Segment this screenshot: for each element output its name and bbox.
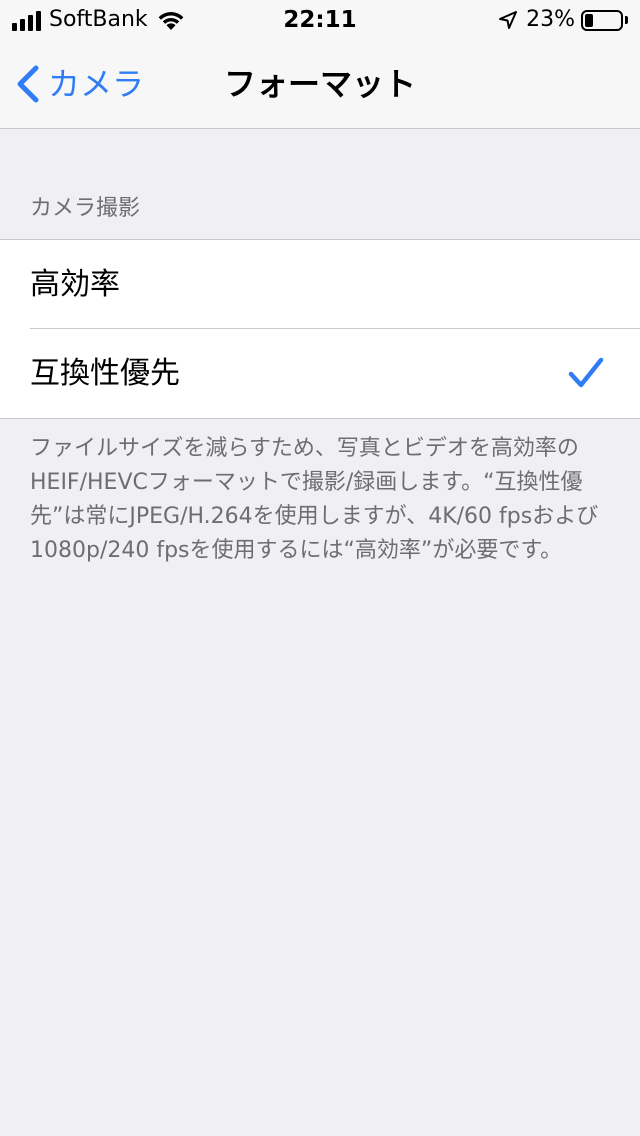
battery-fill [585,13,593,27]
battery-cap [625,16,628,24]
format-options-group: 高効率 互換性優先 [0,239,640,419]
page-title: フォーマット [223,65,416,103]
location-arrow-icon [499,11,518,29]
battery-icon [581,9,623,31]
option-label: 高効率 [30,266,120,302]
section-footer: ファイルサイズを減らすため、写真とビデオを高効率のHEIF/HEVCフォーマット… [30,436,599,563]
battery-percent: 23% [526,7,575,32]
navigation-bar: カメラ フォーマット [0,40,640,129]
checkmark-icon [568,357,604,388]
option-high-efficiency[interactable]: 高効率 [0,240,640,329]
status-right: 23% [498,6,628,34]
option-label: 互換性優先 [30,355,180,391]
status-bar: SoftBank 22:11 23% [0,0,640,40]
section-header: カメラ撮影 [30,196,141,221]
option-most-compatible[interactable]: 互換性優先 [0,329,640,418]
